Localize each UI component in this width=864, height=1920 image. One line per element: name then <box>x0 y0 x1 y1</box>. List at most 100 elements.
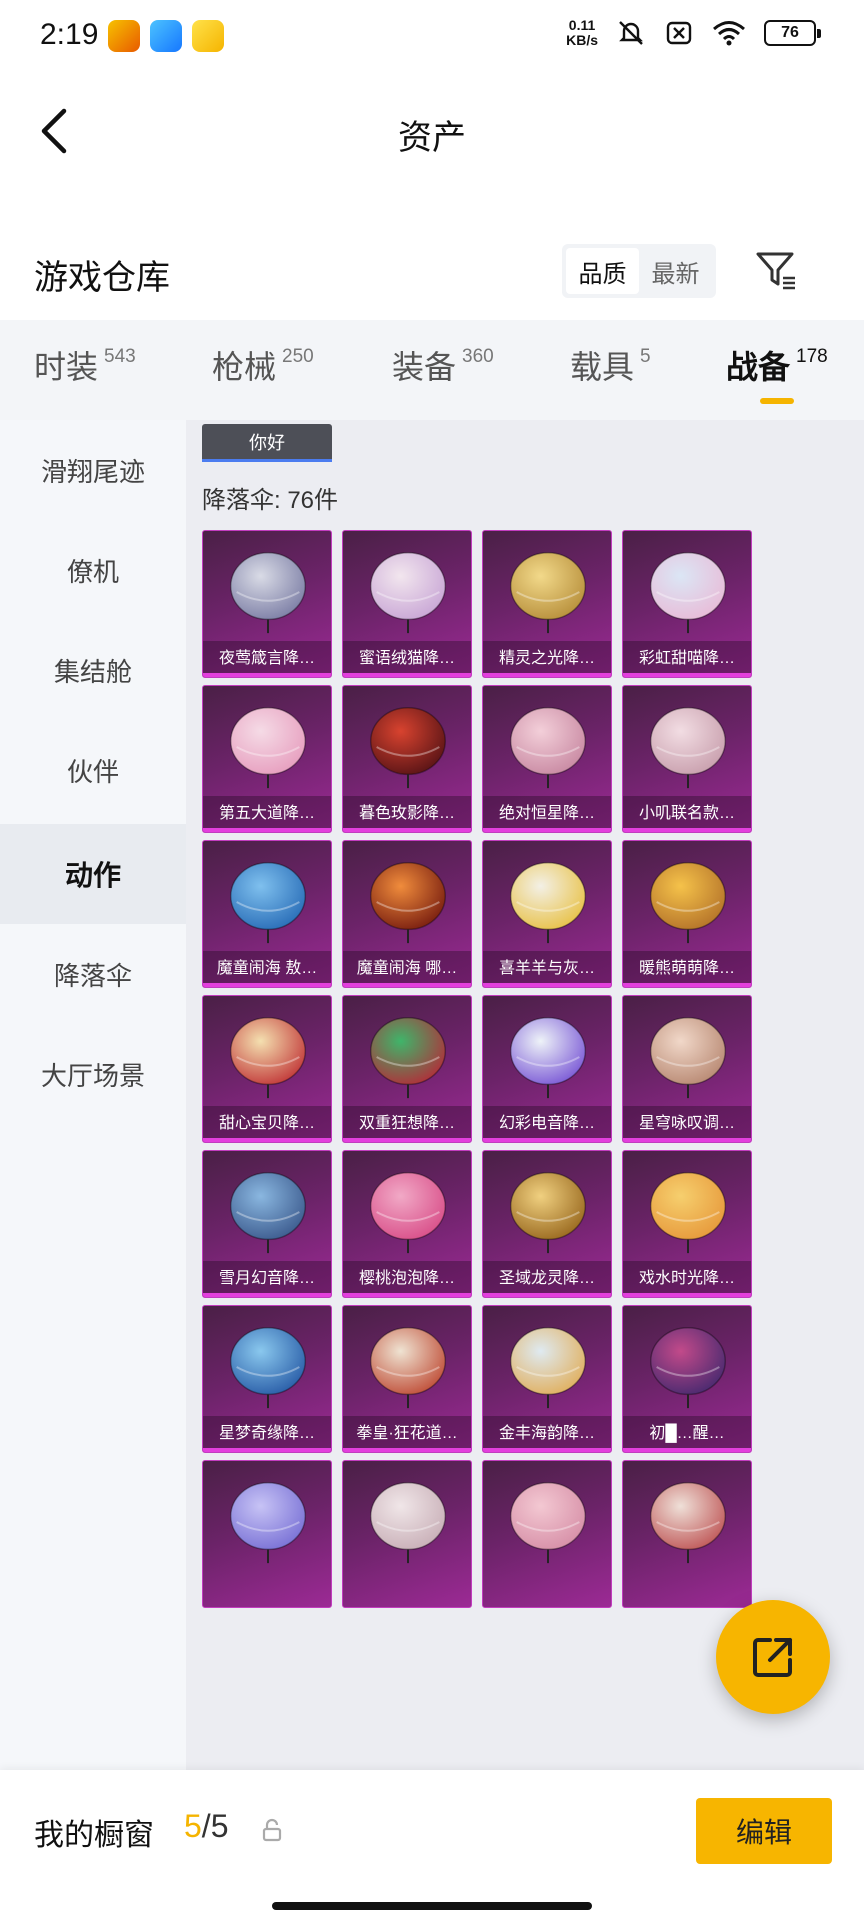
item-card-name: 暖熊萌萌降… <box>623 951 751 987</box>
parachute-icon <box>650 552 726 634</box>
item-card[interactable]: 小叽联名款… <box>622 685 752 833</box>
item-card[interactable]: 第五大道降… <box>202 685 332 833</box>
share-button[interactable] <box>716 1600 830 1714</box>
parachute-icon <box>370 862 446 944</box>
app-notification-icon <box>150 20 182 52</box>
sidebar-item-lobby-scene[interactable]: 大厅场景 <box>0 1024 186 1124</box>
item-card[interactable]: 幻彩电音降… <box>482 995 612 1143</box>
parachute-icon <box>370 1327 446 1409</box>
item-card[interactable]: 蜜语绒猫降… <box>342 530 472 678</box>
sort-newest-button[interactable]: 最新 <box>639 248 712 294</box>
item-card[interactable] <box>482 1460 612 1608</box>
item-card-name: 甜心宝贝降… <box>203 1106 331 1142</box>
item-card-name: 绝对恒星降… <box>483 796 611 832</box>
tab-fashion[interactable]: 时装 543 <box>34 342 136 388</box>
mute-bell-icon <box>619 21 643 45</box>
showcase-current: 5 <box>184 1808 202 1844</box>
tab-count: 5 <box>640 346 651 367</box>
item-card-name: 樱桃泡泡降… <box>343 1261 471 1297</box>
item-card-name: 幻彩电音降… <box>483 1106 611 1142</box>
item-card[interactable] <box>622 1460 752 1608</box>
item-card[interactable]: 甜心宝贝降… <box>202 995 332 1143</box>
app-notification-icon <box>108 20 140 52</box>
item-card[interactable]: 初█…醒… <box>622 1305 752 1453</box>
tab-count: 250 <box>282 346 314 367</box>
item-card[interactable]: 戏水时光降… <box>622 1150 752 1298</box>
battery-icon: 76 <box>764 20 821 46</box>
item-card[interactable]: 精灵之光降… <box>482 530 612 678</box>
parachute-icon <box>510 1482 586 1564</box>
filter-button[interactable] <box>752 246 802 296</box>
tab-label: 载具 <box>570 349 635 385</box>
item-card[interactable]: 绝对恒星降… <box>482 685 612 833</box>
item-card-name: 魔童闹海 敖… <box>203 951 331 987</box>
item-card-name: 圣域龙灵降… <box>483 1261 611 1297</box>
item-card[interactable]: 魔童闹海 敖… <box>202 840 332 988</box>
home-indicator <box>272 1902 592 1910</box>
item-card-name: 精灵之光降… <box>483 641 611 677</box>
parachute-icon <box>510 1172 586 1254</box>
edit-button[interactable]: 编辑 <box>696 1798 832 1864</box>
sort-quality-button[interactable]: 品质 <box>566 248 639 294</box>
sidebar-item-parachute[interactable]: 降落伞 <box>0 924 186 1024</box>
status-bar: 2:19 0.11 KB/s 76 <box>0 0 864 76</box>
page-title: 资产 <box>398 119 466 157</box>
tab-label: 战备 <box>726 349 791 385</box>
item-card[interactable]: 拳皇·狂花道… <box>342 1305 472 1453</box>
item-count: 降落伞: 76件 <box>202 487 339 514</box>
item-card[interactable]: 星穹咏叹调… <box>622 995 752 1143</box>
status-time: 2:19 <box>40 18 99 51</box>
wifi-icon <box>713 21 745 46</box>
sidebar-item-glide-trail[interactable]: 滑翔尾迹 <box>0 420 186 520</box>
parachute-icon <box>230 1172 306 1254</box>
item-card-name: 星梦奇缘降… <box>203 1416 331 1452</box>
tab-count: 543 <box>104 346 136 367</box>
item-card[interactable]: 夜莺箴言降… <box>202 530 332 678</box>
parachute-icon <box>510 1327 586 1409</box>
item-card[interactable] <box>342 1460 472 1608</box>
status-indicators: 0.11 KB/s 76 <box>566 17 821 48</box>
parachute-icon <box>370 552 446 634</box>
tag-label[interactable]: 你好 <box>202 424 332 462</box>
sidebar-item-assembly-pod[interactable]: 集结舱 <box>0 620 186 720</box>
item-card[interactable] <box>202 1460 332 1608</box>
parachute-icon <box>230 862 306 944</box>
item-card-name: 第五大道降… <box>203 796 331 832</box>
item-card-name: 星穹咏叹调… <box>623 1106 751 1142</box>
item-card-name: 喜羊羊与灰… <box>483 951 611 987</box>
item-card[interactable]: 樱桃泡泡降… <box>342 1150 472 1298</box>
tab-label: 枪械 <box>212 349 277 385</box>
item-card-name: 小叽联名款… <box>623 796 751 832</box>
tab-combat-gear[interactable]: 战备 178 <box>726 342 828 388</box>
item-card[interactable]: 喜羊羊与灰… <box>482 840 612 988</box>
sort-toggle: 品质 最新 <box>562 244 716 298</box>
item-card[interactable]: 暖熊萌萌降… <box>622 840 752 988</box>
item-card-name: 彩虹甜喵降… <box>623 641 751 677</box>
item-card[interactable]: 彩虹甜喵降… <box>622 530 752 678</box>
tab-vehicles[interactable]: 载具 5 <box>570 342 651 388</box>
item-card[interactable]: 圣域龙灵降… <box>482 1150 612 1298</box>
tab-weapons[interactable]: 枪械 250 <box>212 342 314 388</box>
no-sim-icon <box>666 21 692 45</box>
item-card-name: 蜜语绒猫降… <box>343 641 471 677</box>
status-app-icons <box>108 20 224 52</box>
sidebar-item-companion[interactable]: 伙伴 <box>0 720 186 820</box>
active-tab-indicator <box>760 398 794 404</box>
item-card-name: 魔童闹海 哪… <box>343 951 471 987</box>
item-card[interactable]: 魔童闹海 哪… <box>342 840 472 988</box>
item-card-name: 雪月幻音降… <box>203 1261 331 1297</box>
sidebar-item-emote[interactable]: 动作 <box>0 824 186 924</box>
showcase-count: 5/5 <box>184 1808 228 1845</box>
item-card[interactable]: 金丰海韵降… <box>482 1305 612 1453</box>
item-card[interactable]: 双重狂想降… <box>342 995 472 1143</box>
showcase-total: /5 <box>201 1808 229 1844</box>
parachute-icon <box>650 1482 726 1564</box>
item-card[interactable]: 雪月幻音降… <box>202 1150 332 1298</box>
tab-equipment[interactable]: 装备 360 <box>392 342 494 388</box>
parachute-icon <box>510 1017 586 1099</box>
item-card[interactable]: 暮色玫影降… <box>342 685 472 833</box>
app-notification-icon <box>192 20 224 52</box>
net-speed-value: 0.11 <box>568 17 596 33</box>
item-card[interactable]: 星梦奇缘降… <box>202 1305 332 1453</box>
sidebar-item-wingman[interactable]: 僚机 <box>0 520 186 620</box>
